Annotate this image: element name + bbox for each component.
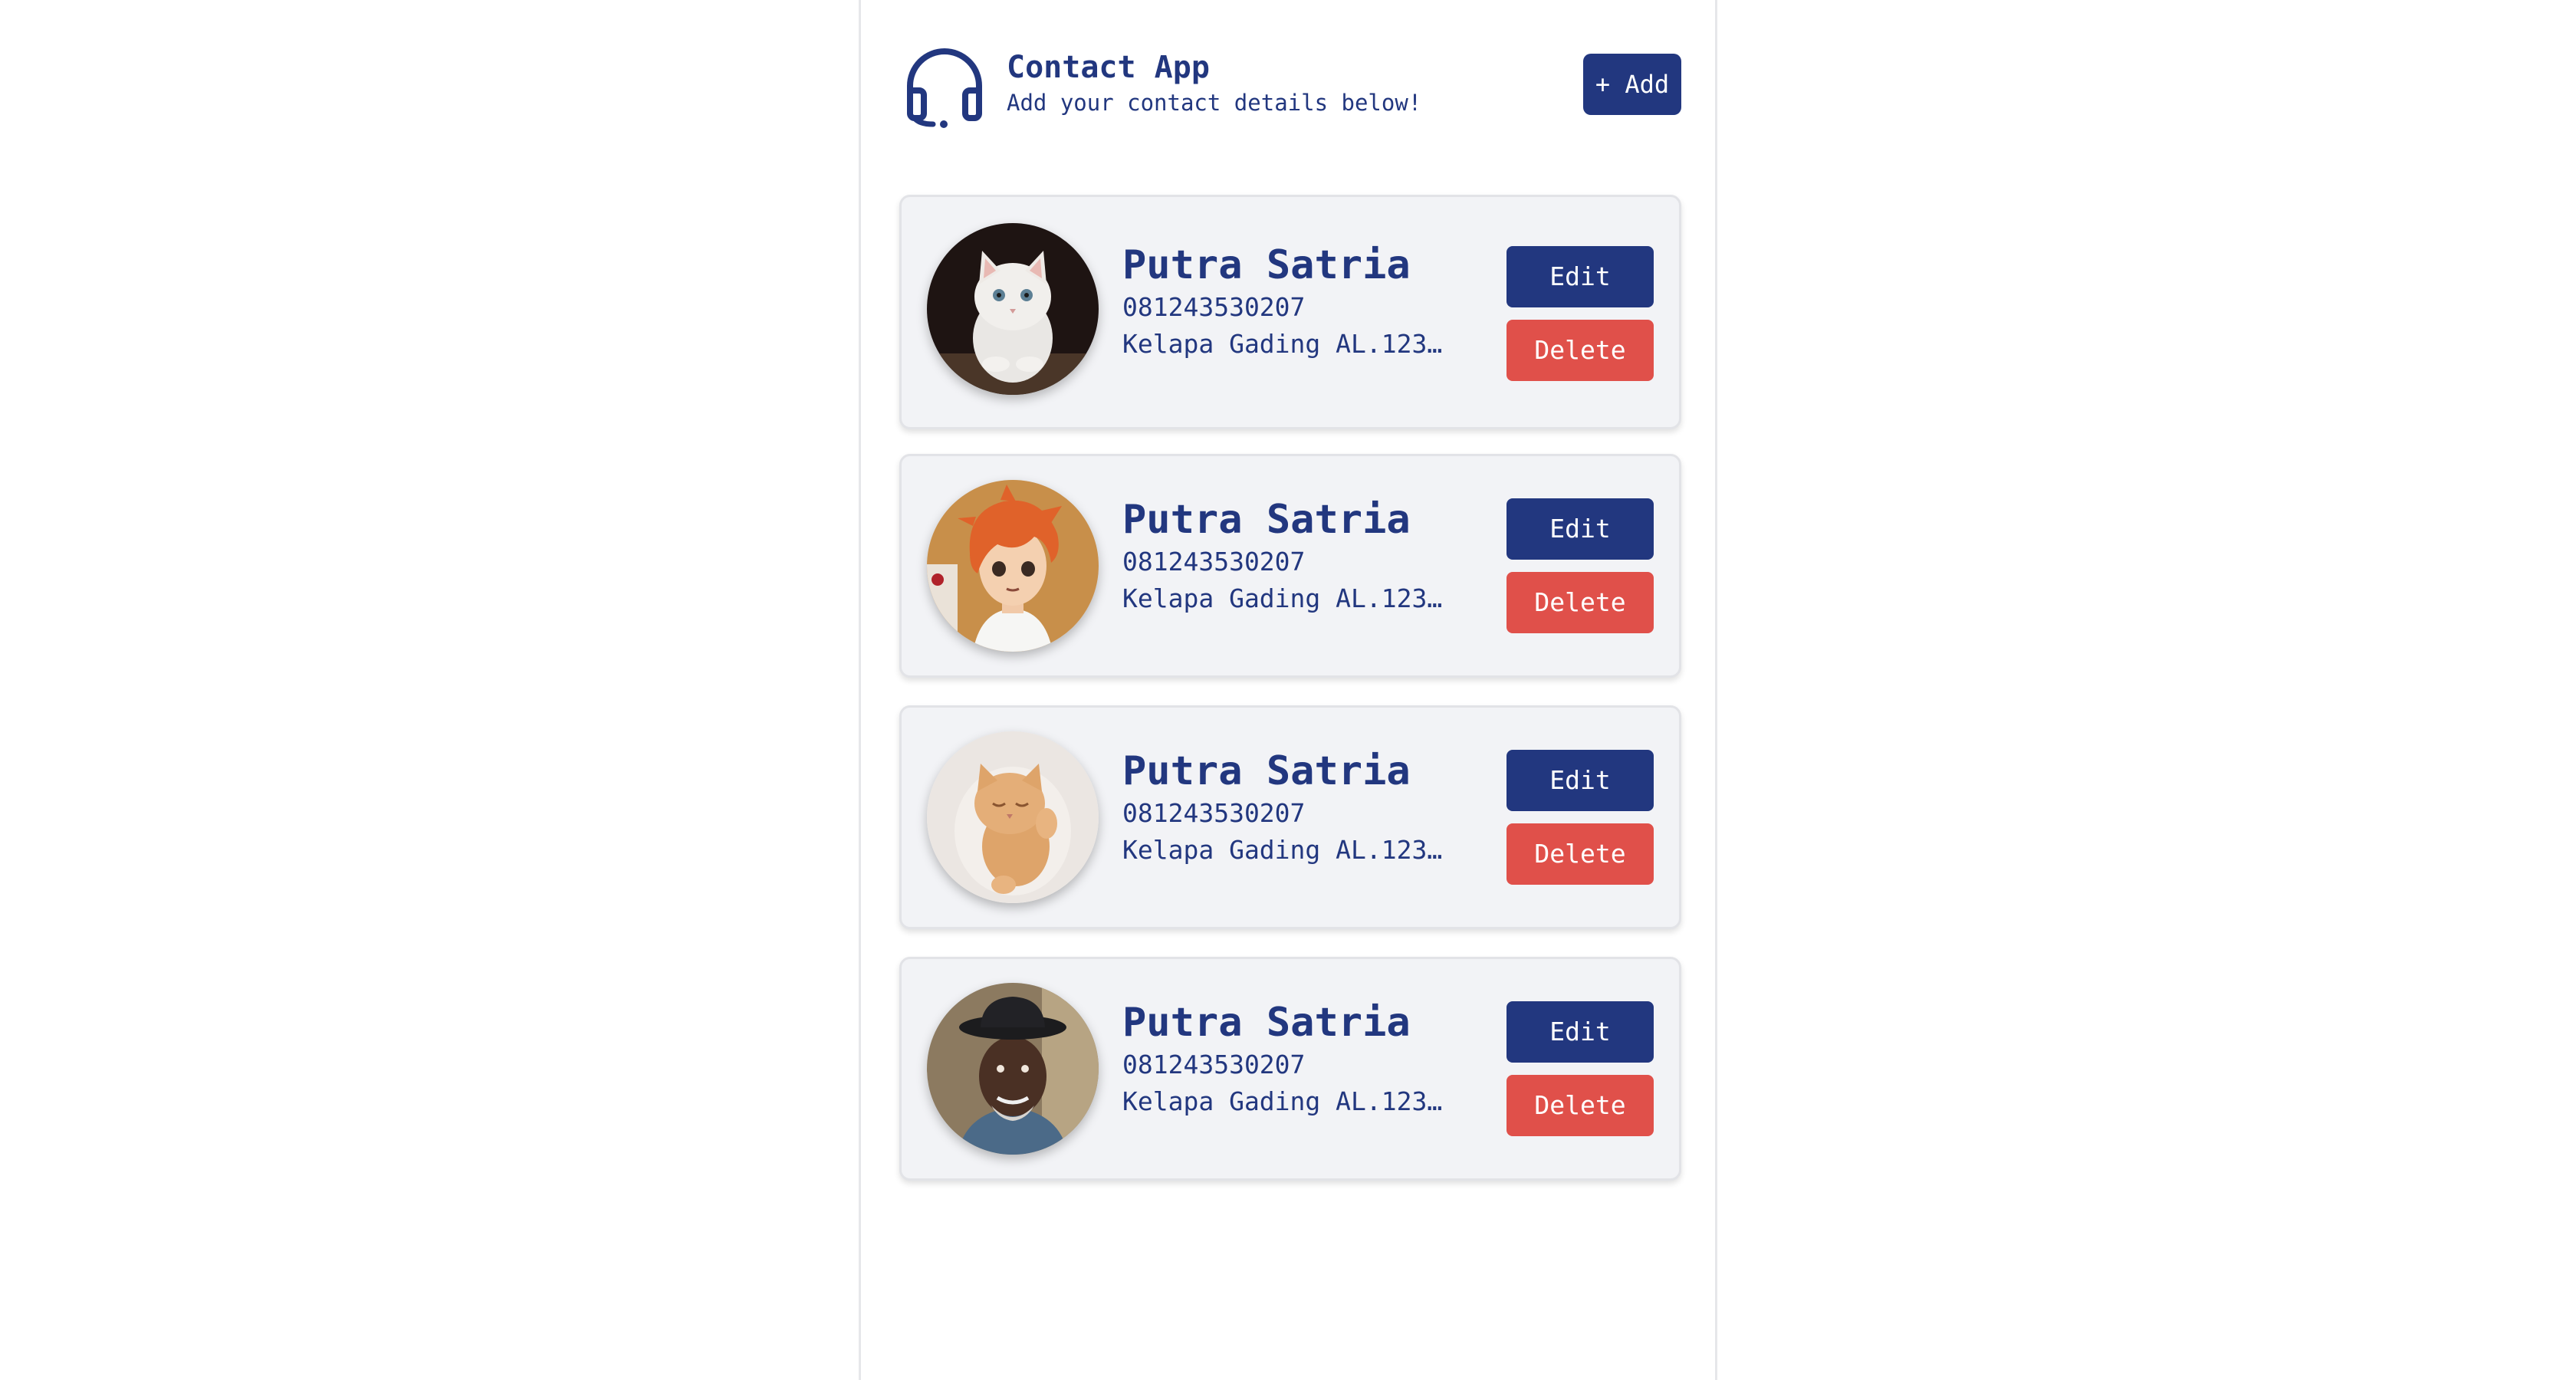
man-with-hat-photo bbox=[927, 983, 1099, 1155]
delete-button[interactable]: Delete bbox=[1506, 1075, 1654, 1136]
contact-address: Kelapa Gading AL.123… bbox=[1122, 1086, 1443, 1116]
app-header: Contact App Add your contact details bel… bbox=[899, 44, 1681, 129]
app-title: Contact App bbox=[1007, 50, 1210, 85]
contact-card: Putra Satria 081243530207 Kelapa Gading … bbox=[899, 705, 1681, 929]
contact-phone: 081243530207 bbox=[1122, 1050, 1306, 1079]
contact-info: Putra Satria 081243530207 Kelapa Gading … bbox=[1122, 999, 1442, 1120]
add-contact-button[interactable]: + Add bbox=[1583, 54, 1681, 115]
contact-address: Kelapa Gading AL.123… bbox=[1122, 835, 1443, 865]
anime-boy-illustration bbox=[927, 480, 1099, 652]
delete-button[interactable]: Delete bbox=[1506, 320, 1654, 381]
app-subtitle: Add your contact details below! bbox=[1007, 90, 1422, 116]
contact-name: Putra Satria bbox=[1122, 242, 1411, 288]
app-container: Contact App Add your contact details bel… bbox=[859, 0, 1717, 1380]
edit-button[interactable]: Edit bbox=[1506, 1001, 1654, 1063]
contact-name: Putra Satria bbox=[1122, 497, 1411, 543]
kitten-photo bbox=[927, 223, 1099, 395]
contact-info: Putra Satria 081243530207 Kelapa Gading … bbox=[1122, 748, 1442, 869]
delete-button[interactable]: Delete bbox=[1506, 572, 1654, 633]
edit-button[interactable]: Edit bbox=[1506, 246, 1654, 307]
contact-info: Putra Satria 081243530207 Kelapa Gading … bbox=[1122, 496, 1442, 617]
contact-avatar bbox=[927, 983, 1099, 1155]
sleeping-kitten-photo bbox=[927, 731, 1099, 903]
contact-avatar bbox=[927, 223, 1099, 395]
edit-button[interactable]: Edit bbox=[1506, 750, 1654, 811]
contact-card: Putra Satria 081243530207 Kelapa Gading … bbox=[899, 454, 1681, 678]
contact-avatar bbox=[927, 731, 1099, 903]
contact-info: Putra Satria 081243530207 Kelapa Gading … bbox=[1122, 242, 1442, 363]
title-block: Contact App Add your contact details bel… bbox=[1007, 48, 1421, 118]
contact-phone: 081243530207 bbox=[1122, 292, 1306, 322]
contact-avatar bbox=[927, 480, 1099, 652]
contact-address: Kelapa Gading AL.123… bbox=[1122, 583, 1443, 613]
contact-name: Putra Satria bbox=[1122, 1000, 1411, 1046]
contact-phone: 081243530207 bbox=[1122, 547, 1306, 577]
contact-card: Putra Satria 081243530207 Kelapa Gading … bbox=[899, 957, 1681, 1181]
contact-address: Kelapa Gading AL.123… bbox=[1122, 329, 1443, 359]
edit-button[interactable]: Edit bbox=[1506, 498, 1654, 560]
contact-card: Putra Satria 081243530207 Kelapa Gading … bbox=[899, 195, 1681, 429]
delete-button[interactable]: Delete bbox=[1506, 823, 1654, 885]
contact-phone: 081243530207 bbox=[1122, 798, 1306, 828]
headset-icon bbox=[907, 48, 982, 128]
contact-name: Putra Satria bbox=[1122, 748, 1411, 794]
